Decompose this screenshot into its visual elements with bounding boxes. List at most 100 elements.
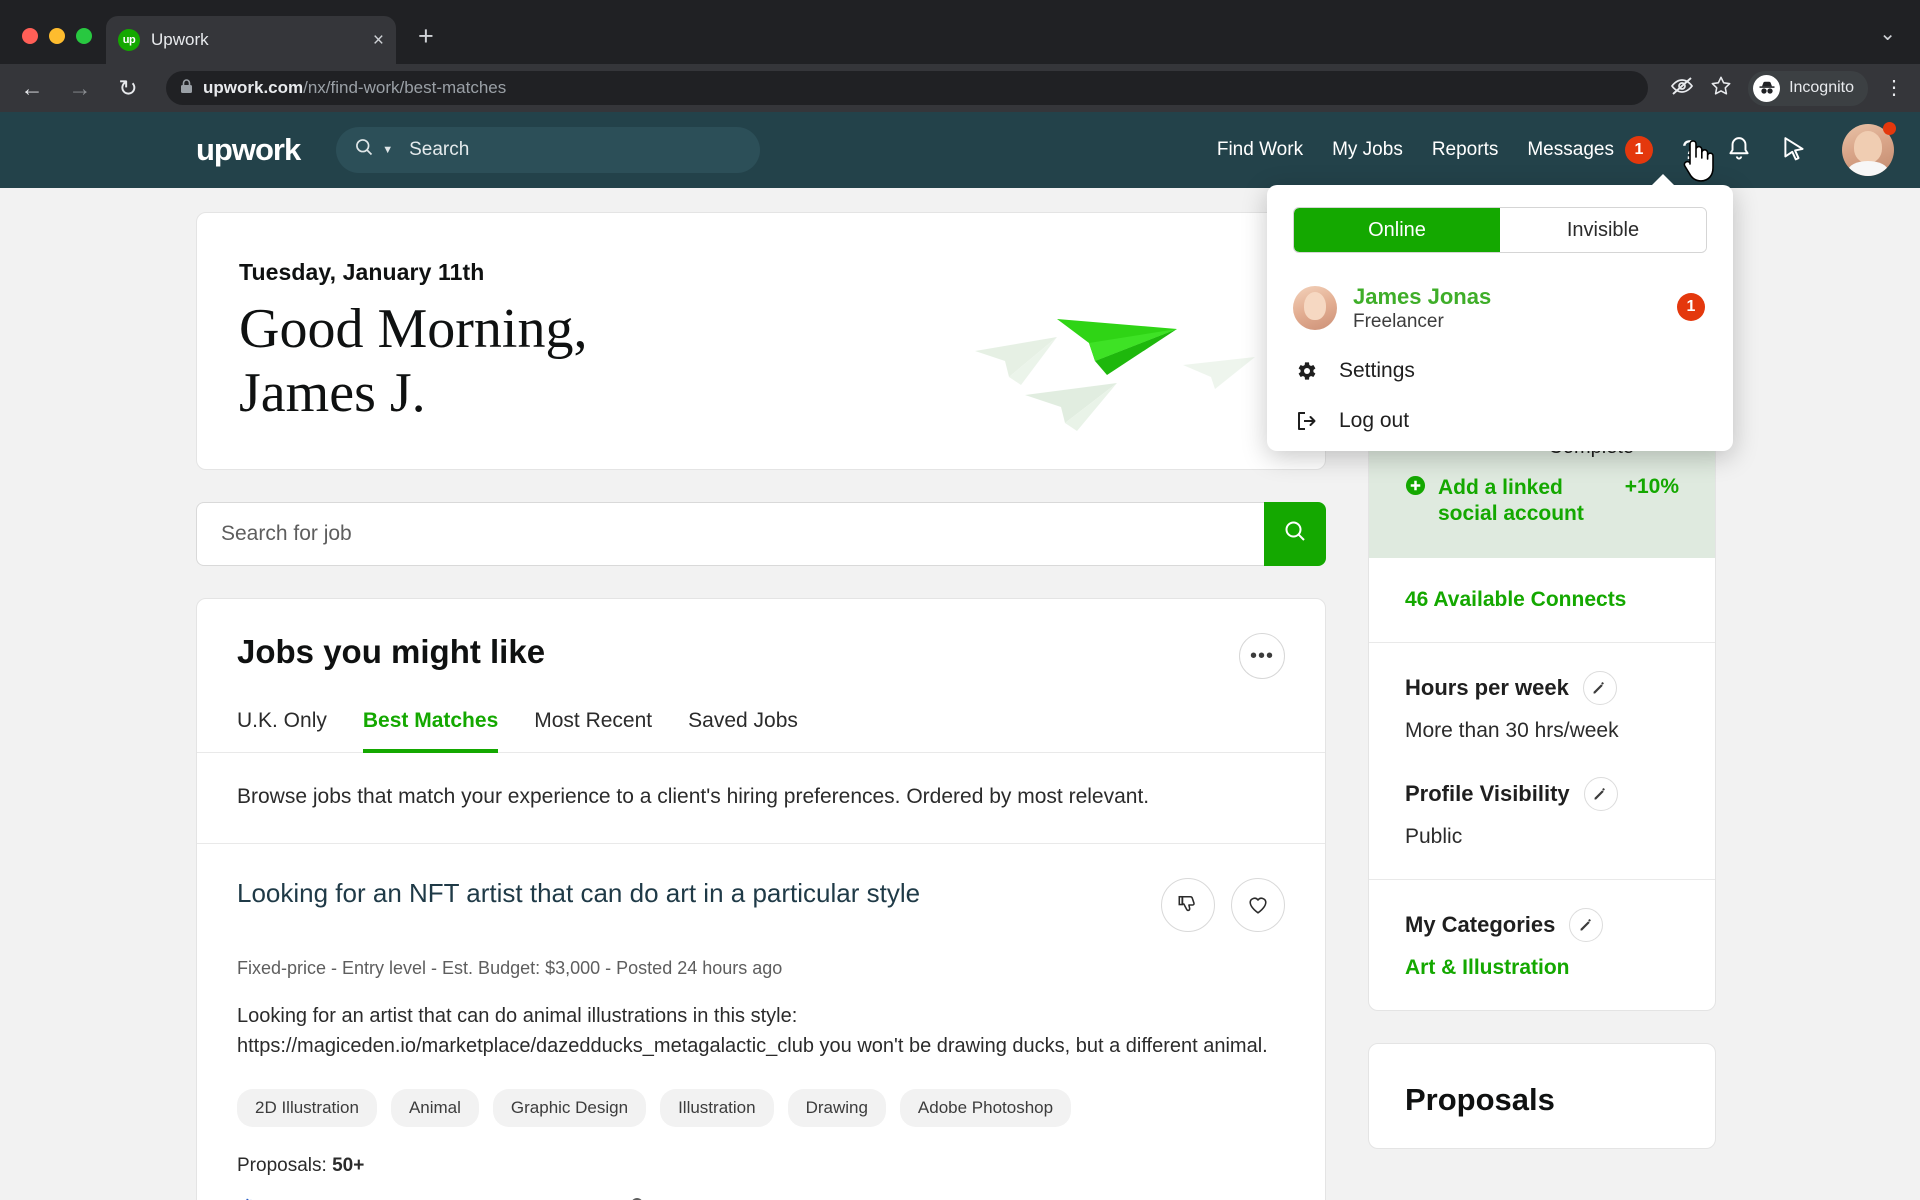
skill-tag[interactable]: Illustration (660, 1089, 774, 1127)
incognito-profile-chip[interactable]: Incognito (1748, 70, 1868, 106)
my-categories-header: My Categories (1405, 907, 1679, 942)
browser-tab[interactable]: up Upwork × (106, 16, 396, 64)
upwork-header: upwork ▼ Search Find Work My Jobs Report… (0, 112, 1920, 188)
tab-saved-jobs[interactable]: Saved Jobs (688, 709, 798, 753)
browser-menu-button[interactable]: ⋮ (1884, 78, 1904, 98)
address-bar[interactable]: upwork.com/nx/find-work/best-matches (166, 71, 1649, 105)
dropdown-user-row[interactable]: James Jonas Freelancer 1 (1293, 283, 1707, 333)
job-proposals-value: 50+ (332, 1155, 365, 1176)
job-title-link[interactable]: Looking for an NFT artist that can do ar… (237, 878, 920, 909)
header-nav: Find Work My Jobs Reports Messages 1 ? (1217, 122, 1896, 176)
dropdown-settings-item[interactable]: Settings (1293, 359, 1707, 383)
skill-tag[interactable]: Animal (390, 1089, 479, 1127)
skill-tag[interactable]: Adobe Photoshop (899, 1089, 1072, 1127)
jobs-tabs: U.K. Only Best Matches Most Recent Saved… (197, 679, 1325, 753)
job-meta: Fixed-price - Entry level - Est. Budget:… (237, 958, 783, 978)
hours-per-week-section: Hours per week More than 30 hrs/week Pro… (1369, 643, 1715, 880)
nav-messages[interactable]: Messages 1 (1527, 136, 1653, 164)
tab-search-chevron-down-icon[interactable]: ⌄ (1879, 23, 1896, 45)
jobs-panel: Jobs you might like ••• U.K. Only Best M… (196, 598, 1326, 1200)
jobs-panel-more-button[interactable]: ••• (1239, 633, 1285, 679)
my-categories-title: My Categories (1405, 911, 1556, 937)
search-category-chevron-down-icon[interactable]: ▼ (382, 144, 393, 156)
job-skill-tags: 2D Illustration Animal Graphic Design Il… (237, 1089, 1285, 1127)
reload-button[interactable]: ↻ (112, 75, 144, 102)
jobs-panel-header: Jobs you might like ••• (197, 599, 1325, 679)
job-header-row: Looking for an NFT artist that can do ar… (237, 878, 1285, 932)
hide-view-icon[interactable] (1670, 76, 1694, 101)
close-window-button[interactable] (22, 28, 38, 44)
jobs-tab-description: Browse jobs that match your experience t… (197, 753, 1325, 844)
browser-window: up Upwork × + ⌄ ← → ↻ upwork.com/nx/find… (0, 0, 1920, 1200)
edit-hours-per-week-pencil-icon[interactable] (1582, 670, 1617, 705)
cursor-pointer-icon[interactable] (1781, 136, 1807, 164)
status-online-option[interactable]: Online (1294, 208, 1500, 252)
save-job-heart-button[interactable] (1231, 878, 1285, 932)
job-list-item: Looking for an NFT artist that can do ar… (197, 844, 1325, 1200)
minimize-window-button[interactable] (49, 28, 65, 44)
job-search-input[interactable] (196, 502, 1264, 566)
skill-tag[interactable]: Drawing (787, 1089, 886, 1127)
new-tab-button[interactable]: + (418, 23, 434, 50)
avatar-notification-dot (1883, 122, 1896, 135)
dropdown-logout-item[interactable]: Log out (1293, 409, 1707, 433)
proposals-card: Proposals (1368, 1042, 1716, 1149)
close-tab-icon[interactable]: × (373, 31, 384, 50)
my-categories-section: My Categories Art & Illustration (1369, 880, 1715, 1010)
add-social-account-link[interactable]: Add a linked social account (1438, 475, 1613, 528)
nav-messages-label[interactable]: Messages (1527, 139, 1614, 161)
edit-my-categories-pencil-icon[interactable] (1569, 907, 1604, 942)
tabstrip-right: ⌄ (1879, 21, 1910, 64)
forward-button[interactable]: → (64, 75, 96, 102)
edit-profile-visibility-pencil-icon[interactable] (1583, 776, 1618, 811)
online-status-toggle[interactable]: Online Invisible (1293, 207, 1707, 253)
global-search-placeholder: Search (409, 139, 470, 160)
available-connects-row[interactable]: 46 Available Connects (1369, 558, 1715, 643)
job-proposals-label: Proposals: (237, 1155, 327, 1176)
job-search-submit-button[interactable] (1264, 502, 1326, 566)
upwork-logo[interactable]: upwork (196, 132, 301, 168)
incognito-icon (1753, 74, 1781, 102)
notifications-bell-icon[interactable] (1726, 136, 1752, 164)
job-description-line-1: Looking for an artist that can do animal… (237, 1005, 798, 1027)
hours-per-week-value: More than 30 hrs/week (1405, 718, 1619, 742)
browser-toolbar: ← → ↻ upwork.com/nx/find-work/best-match… (0, 64, 1920, 112)
gear-icon (1293, 359, 1319, 383)
messages-badge: 1 (1624, 136, 1653, 164)
job-action-buttons (1161, 878, 1285, 932)
global-search-box[interactable]: ▼ Search (336, 127, 761, 173)
dropdown-avatar (1293, 285, 1337, 330)
maximize-window-button[interactable] (76, 28, 92, 44)
url-path: /nx/find-work/best-matches (303, 78, 507, 97)
dropdown-user-name[interactable]: James Jonas (1353, 283, 1491, 311)
dropdown-user-role: Freelancer (1353, 310, 1444, 332)
hours-per-week-header: Hours per week (1405, 670, 1679, 705)
plus-circle-icon (1405, 475, 1426, 501)
job-description-line-2: https://magiceden.io/marketplace/dazeddu… (237, 1035, 1268, 1057)
bookmark-star-icon[interactable] (1710, 75, 1732, 102)
status-invisible-option[interactable]: Invisible (1500, 208, 1706, 252)
account-avatar-button[interactable] (1842, 122, 1896, 176)
hours-per-week-title: Hours per week (1405, 674, 1569, 700)
tab-most-recent[interactable]: Most Recent (534, 709, 652, 753)
help-icon[interactable]: ? (1682, 135, 1697, 166)
paper-planes-illustration (965, 299, 1265, 439)
browser-tabstrip: up Upwork × + ⌄ (0, 0, 1920, 64)
dislike-job-button[interactable] (1161, 878, 1215, 932)
dropdown-user-badge: 1 (1677, 293, 1705, 321)
available-connects-link[interactable]: 46 Available Connects (1405, 588, 1626, 611)
tab-uk-only[interactable]: U.K. Only (237, 709, 327, 753)
profile-visibility-header: Profile Visibility (1405, 776, 1679, 811)
job-description: Looking for an artist that can do animal… (237, 1001, 1285, 1061)
skill-tag[interactable]: 2D Illustration (237, 1089, 377, 1127)
nav-my-jobs[interactable]: My Jobs (1332, 139, 1403, 161)
add-social-account-row[interactable]: Add a linked social account +10% (1405, 475, 1679, 528)
back-button[interactable]: ← (16, 75, 48, 102)
nav-find-work[interactable]: Find Work (1217, 139, 1303, 161)
skill-tag[interactable]: Graphic Design (492, 1089, 647, 1127)
profile-visibility-value: Public (1405, 824, 1463, 848)
tab-best-matches[interactable]: Best Matches (362, 709, 499, 753)
my-categories-value[interactable]: Art & Illustration (1405, 956, 1679, 980)
main-column: Tuesday, January 11th Good Morning, Jame… (196, 212, 1326, 1200)
nav-reports[interactable]: Reports (1432, 139, 1499, 161)
